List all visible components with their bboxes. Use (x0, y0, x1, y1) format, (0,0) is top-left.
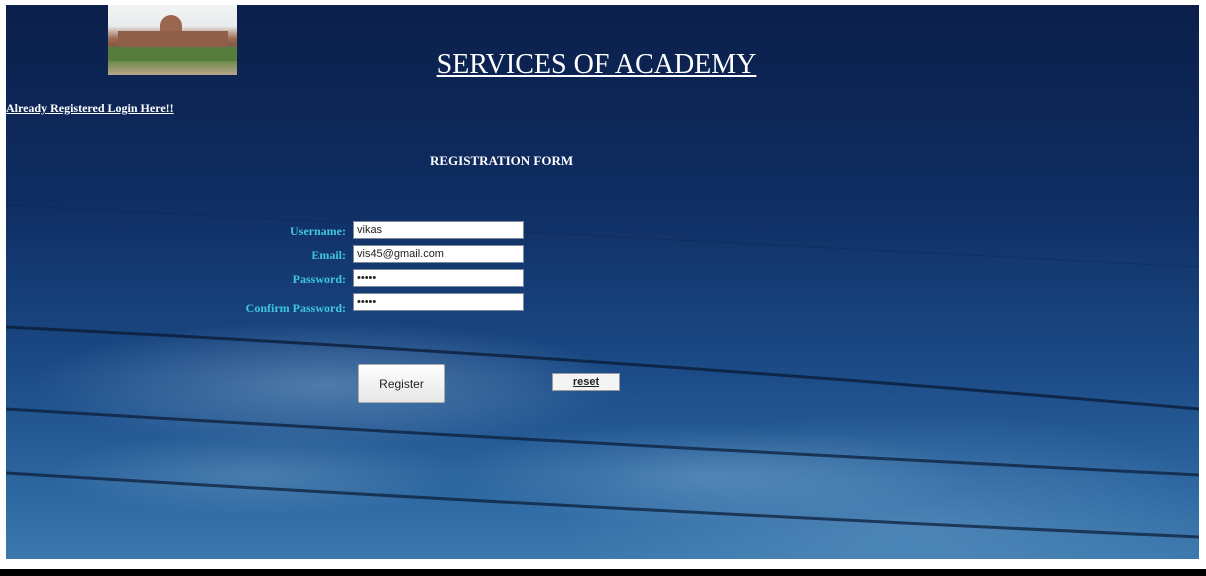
login-link[interactable]: Already Registered Login Here!! (6, 101, 174, 116)
username-input[interactable] (353, 221, 524, 239)
register-button[interactable]: Register (358, 364, 445, 403)
reset-button[interactable]: reset (552, 373, 620, 391)
page-background: SERVICES OF ACADEMY Already Registered L… (6, 5, 1199, 559)
password-input[interactable] (353, 269, 524, 287)
page-title: SERVICES OF ACADEMY (436, 49, 757, 80)
bottom-border (0, 569, 1206, 576)
form-heading: REGISTRATION FORM (430, 153, 574, 168)
email-input[interactable] (353, 245, 524, 263)
confirm-password-input[interactable] (353, 293, 524, 311)
email-label: Email: (311, 248, 346, 262)
password-label: Password: (292, 272, 346, 286)
confirm-password-label: Confirm Password: (245, 301, 346, 315)
username-label: Username: (290, 224, 346, 238)
